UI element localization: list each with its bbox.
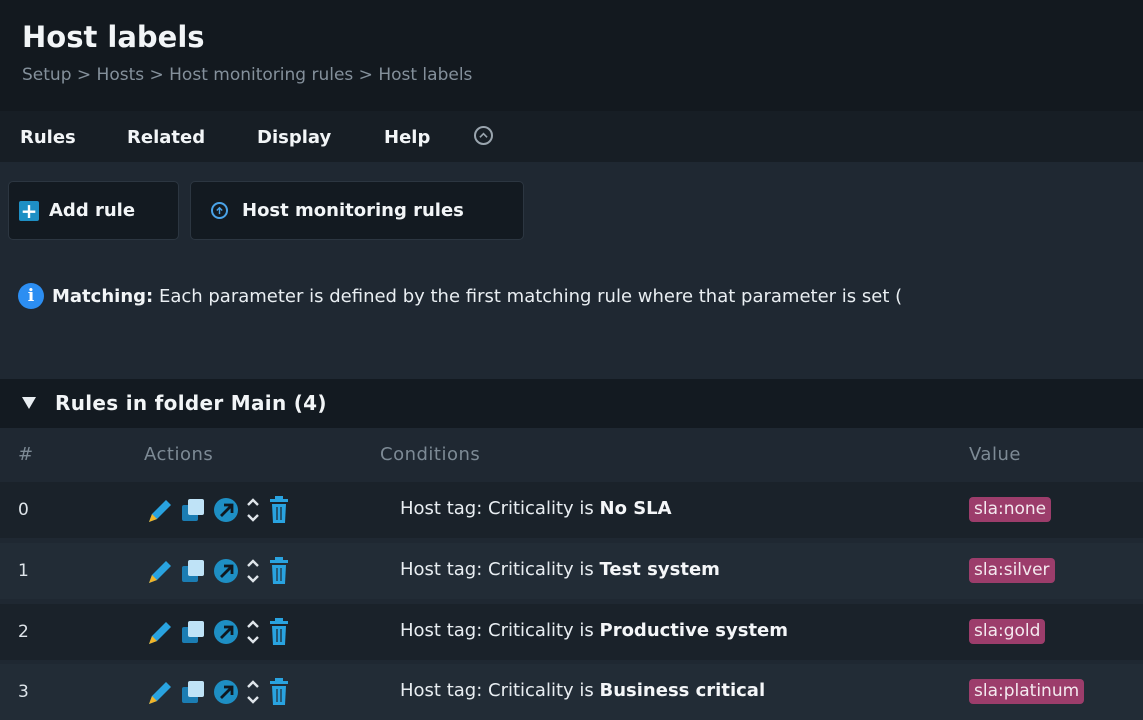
condition-value: No SLA: [599, 498, 672, 519]
table-row: 2 Host tag: Criticality is Productive sy…: [0, 604, 1143, 660]
edit-pencil-icon[interactable]: [149, 500, 171, 522]
page-title: Host labels: [22, 20, 205, 54]
circle-up-arrow-icon: [211, 202, 228, 219]
plus-icon: +: [19, 198, 39, 223]
matching-label: Matching:: [52, 285, 154, 307]
clone-icon[interactable]: [182, 560, 204, 582]
edit-pencil-icon[interactable]: [149, 622, 171, 644]
matching-info: i Matching: Each parameter is defined by…: [18, 282, 1143, 310]
row-number: 2: [18, 622, 29, 642]
trash-icon[interactable]: [270, 557, 288, 584]
breadcrumb[interactable]: Setup > Hosts > Host monitoring rules > …: [22, 65, 472, 85]
clone-icon[interactable]: [182, 499, 204, 521]
label-badge: sla:gold: [969, 619, 1046, 644]
move-updown-icon[interactable]: [247, 620, 259, 644]
label-badge: sla:none: [969, 497, 1052, 522]
info-icon: i: [18, 283, 44, 309]
clone-icon[interactable]: [182, 681, 204, 703]
condition-value: Test system: [599, 559, 720, 580]
folder-section-header[interactable]: Rules in folder Main (4): [0, 379, 1143, 428]
host-monitoring-rules-button[interactable]: Host monitoring rules: [190, 181, 524, 240]
condition-prefix: Host tag: Criticality is: [400, 620, 600, 641]
title-bar: Host labels Setup > Hosts > Host monitor…: [0, 0, 1143, 111]
export-arrow-icon[interactable]: [214, 559, 238, 583]
row-condition: Host tag: Criticality is No SLA: [400, 498, 672, 519]
col-header-number: #: [18, 444, 34, 465]
condition-value: Productive system: [599, 620, 789, 641]
collapse-triangle-icon[interactable]: [22, 397, 36, 409]
menu-rules[interactable]: Rules: [20, 127, 76, 148]
col-header-actions: Actions: [144, 444, 214, 465]
edit-pencil-icon[interactable]: [149, 561, 171, 583]
host-monitoring-rules-label: Host monitoring rules: [242, 200, 464, 221]
add-rule-button[interactable]: + Add rule: [8, 181, 179, 240]
add-rule-label: Add rule: [49, 200, 136, 221]
trash-icon[interactable]: [270, 618, 288, 645]
export-arrow-icon[interactable]: [214, 680, 238, 704]
export-arrow-icon[interactable]: [214, 498, 238, 522]
col-header-value: Value: [969, 444, 1021, 465]
condition-prefix: Host tag: Criticality is: [400, 498, 600, 519]
chevron-up-circle-icon[interactable]: [474, 126, 493, 145]
table-row: 0 Host tag: Criticality is No SLA sla:no…: [0, 482, 1143, 538]
table-row: 3 Host tag: Criticality is Business crit…: [0, 664, 1143, 720]
col-header-conditions: Conditions: [380, 444, 481, 465]
row-actions: [146, 495, 346, 525]
trash-icon[interactable]: [270, 678, 288, 705]
folder-title: Rules in folder Main (4): [55, 391, 327, 415]
move-updown-icon[interactable]: [247, 498, 259, 522]
row-condition: Host tag: Criticality is Productive syst…: [400, 620, 788, 641]
condition-prefix: Host tag: Criticality is: [400, 680, 600, 701]
move-updown-icon[interactable]: [247, 559, 259, 583]
row-number: 0: [18, 500, 29, 520]
menu-related[interactable]: Related: [127, 127, 205, 148]
menu-display[interactable]: Display: [257, 127, 331, 148]
row-actions: [146, 556, 346, 586]
export-arrow-icon[interactable]: [214, 620, 238, 644]
label-badge: sla:silver: [969, 558, 1055, 583]
row-condition: Host tag: Criticality is Business critic…: [400, 680, 765, 701]
matching-text: Each parameter is defined by the first m…: [158, 285, 903, 307]
row-condition: Host tag: Criticality is Test system: [400, 559, 720, 580]
clone-icon[interactable]: [182, 621, 204, 643]
table-row: 1 Host tag: Criticality is Test system s…: [0, 543, 1143, 599]
condition-value: Business critical: [599, 680, 766, 701]
condition-prefix: Host tag: Criticality is: [400, 559, 600, 580]
row-number: 1: [18, 561, 29, 581]
row-actions: [146, 677, 346, 707]
row-number: 3: [18, 682, 29, 702]
edit-pencil-icon[interactable]: [149, 682, 171, 704]
trash-icon[interactable]: [270, 496, 288, 523]
label-badge: sla:platinum: [969, 679, 1085, 704]
move-updown-icon[interactable]: [247, 680, 259, 704]
row-actions: [146, 617, 346, 647]
menu-help[interactable]: Help: [384, 127, 430, 148]
